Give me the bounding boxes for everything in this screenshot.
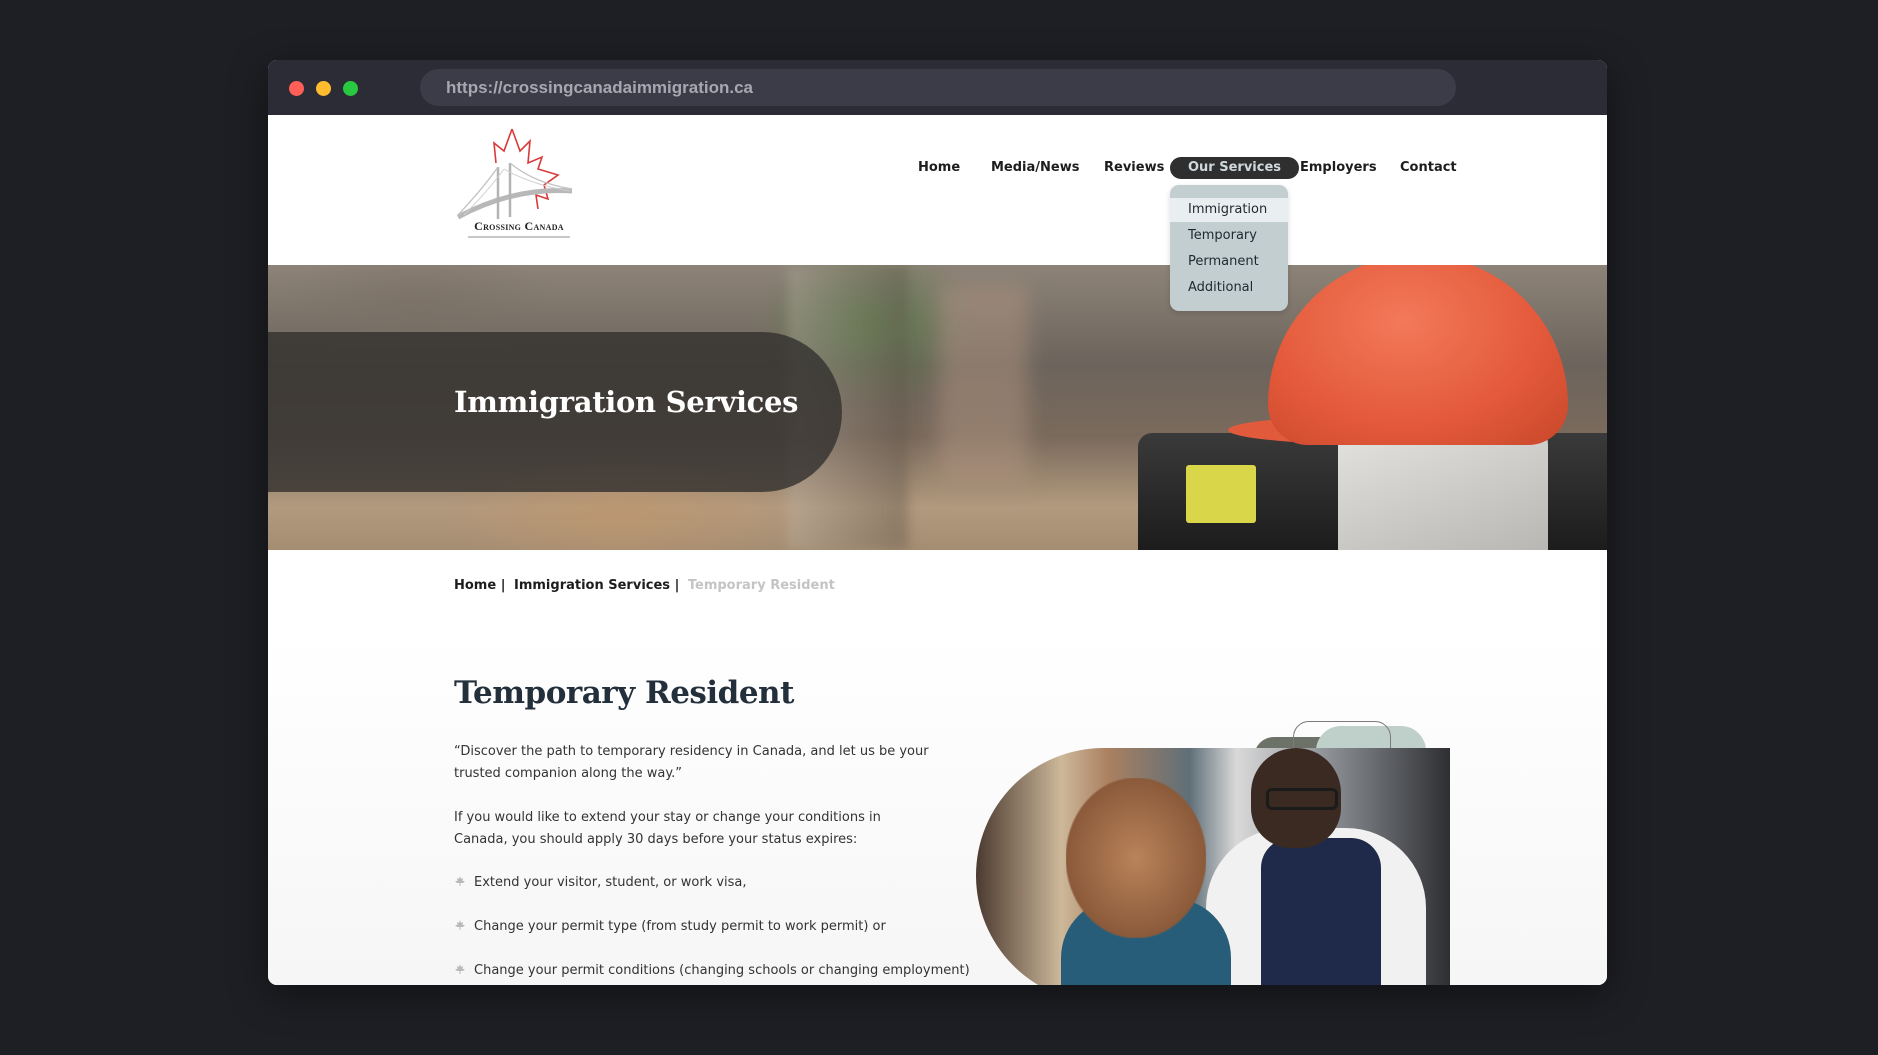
dropdown-item-additional[interactable]: Additional: [1170, 276, 1288, 300]
hero-background-detail: [938, 285, 1028, 485]
nav-home[interactable]: Home: [918, 157, 960, 179]
nav-media-news[interactable]: Media/News: [991, 157, 1079, 179]
hero-title: Immigration Services: [454, 385, 799, 419]
list-item-text: Change your permit type (from study perm…: [474, 919, 886, 934]
dropdown-item-temporary[interactable]: Temporary: [1170, 224, 1288, 248]
breadcrumb-separator: |: [500, 578, 506, 593]
browser-toolbar: https://crossingcanadaimmigration.ca: [268, 60, 1607, 115]
main-nav: Home Media/News Reviews Our Services Emp…: [268, 157, 1607, 183]
breadcrumb-home[interactable]: Home: [454, 578, 496, 593]
site-logo[interactable]: Crossing Canada: [454, 127, 584, 245]
dropdown-item-immigration[interactable]: Immigration: [1170, 198, 1288, 222]
toolbox-latch: [1186, 465, 1256, 523]
logo-tagline: [468, 236, 570, 238]
hard-hat-image: [1268, 265, 1568, 445]
maximize-window-button[interactable]: [343, 81, 358, 96]
close-window-button[interactable]: [289, 81, 304, 96]
list-item: Change your permit type (from study perm…: [454, 919, 886, 934]
photo-client-hair: [1066, 778, 1206, 938]
intro-paragraph: If you would like to extend your stay or…: [454, 810, 881, 847]
photo-consultant-vest: [1261, 838, 1381, 985]
intro-quote: “Discover the path to temporary residenc…: [454, 744, 929, 781]
logo-wordmark: Crossing Canada: [474, 219, 564, 233]
consultation-photo: [976, 748, 1450, 985]
list-item: Change your permit conditions (changing …: [454, 963, 970, 978]
hero-banner: Immigration Services: [268, 265, 1607, 550]
nav-reviews[interactable]: Reviews: [1104, 157, 1164, 179]
site-header: Crossing Canada Home Media/News Reviews …: [268, 115, 1607, 311]
nav-contact[interactable]: Contact: [1400, 157, 1457, 179]
list-item: Extend your visitor, student, or work vi…: [454, 875, 747, 890]
nav-our-services[interactable]: Our Services: [1170, 157, 1300, 179]
breadcrumb-immigration-services[interactable]: Immigration Services: [514, 578, 670, 593]
maple-leaf-icon: [455, 964, 465, 974]
list-item-text: Change your permit conditions (changing …: [474, 963, 970, 978]
list-item-text: Extend your visitor, student, or work vi…: [474, 875, 747, 890]
photo-glasses: [1266, 788, 1338, 810]
dropdown-item-permanent[interactable]: Permanent: [1170, 250, 1288, 274]
breadcrumb: Home | Immigration Services | Temporary …: [454, 578, 839, 593]
address-bar[interactable]: https://crossingcanadaimmigration.ca: [420, 69, 1456, 106]
breadcrumb-current: Temporary Resident: [687, 578, 835, 593]
maple-leaf-icon: [455, 876, 465, 886]
web-page: Crossing Canada Home Media/News Reviews …: [268, 115, 1607, 985]
page-title: Temporary Resident: [454, 675, 794, 711]
nav-employers[interactable]: Employers: [1300, 157, 1377, 179]
minimize-window-button[interactable]: [316, 81, 331, 96]
services-dropdown: Immigration Temporary Permanent Addition…: [1170, 185, 1288, 311]
breadcrumb-separator: |: [674, 578, 680, 593]
maple-leaf-icon: [455, 920, 465, 930]
browser-window: https://crossingcanadaimmigration.ca Cro…: [268, 60, 1607, 985]
